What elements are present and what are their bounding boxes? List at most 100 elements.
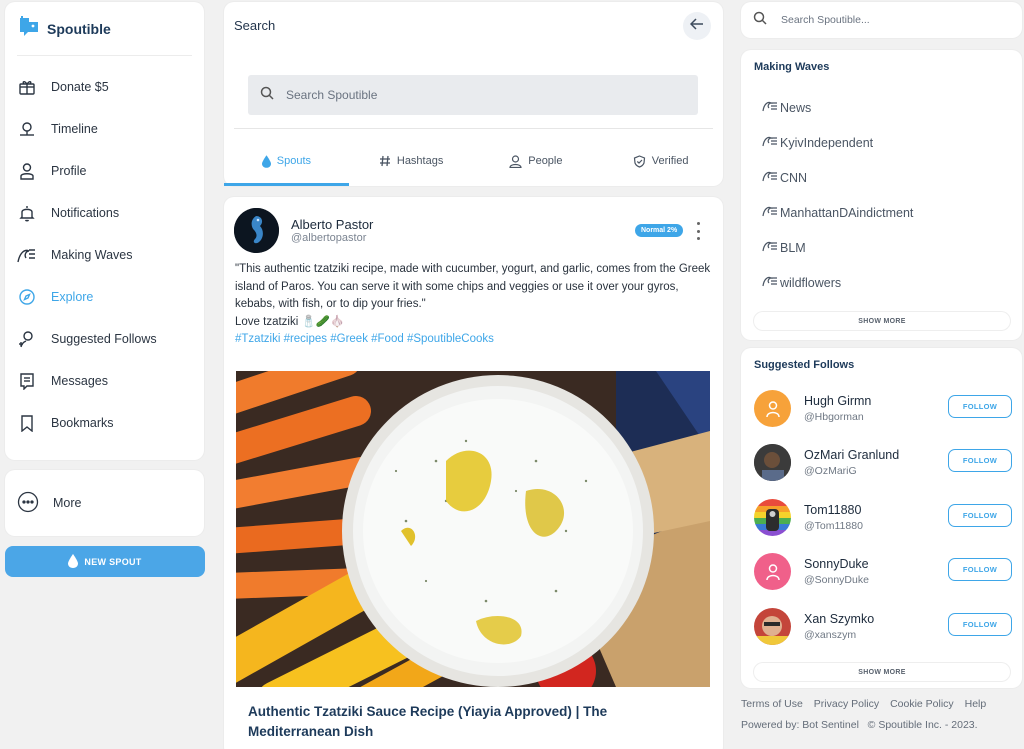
footer-link[interactable]: Help bbox=[965, 698, 987, 710]
more-label: More bbox=[53, 496, 82, 510]
nav-item-messages[interactable]: Messages bbox=[5, 360, 204, 402]
search-icon bbox=[260, 86, 274, 105]
right-search-input[interactable] bbox=[781, 14, 981, 26]
back-button[interactable] bbox=[683, 12, 711, 40]
wave-icon bbox=[762, 100, 778, 115]
follow-button[interactable]: FOLLOW bbox=[948, 558, 1012, 581]
powered-by[interactable]: Powered by: Bot Sentinel bbox=[741, 719, 859, 731]
page-title: Search bbox=[234, 18, 276, 33]
people-icon bbox=[509, 155, 522, 171]
search-box bbox=[248, 75, 698, 115]
nav-item-profile[interactable]: Profile bbox=[5, 150, 204, 192]
footer-link[interactable]: Cookie Policy bbox=[890, 698, 954, 710]
status-badge: Normal 2% bbox=[635, 224, 684, 237]
follow-name[interactable]: Hugh Girmn bbox=[804, 394, 871, 408]
avatar[interactable] bbox=[754, 553, 791, 590]
follow-button[interactable]: FOLLOW bbox=[948, 504, 1012, 527]
wave-label: CNN bbox=[780, 170, 808, 185]
wave-list: News KyivIndependent CNN ManhattanDAindi… bbox=[762, 90, 913, 300]
arrow-left-icon bbox=[689, 17, 704, 36]
wave-label: News bbox=[780, 100, 812, 115]
wave-icon bbox=[17, 245, 37, 265]
footer: Terms of Use Privacy Policy Cookie Polic… bbox=[741, 694, 1024, 736]
wave-item[interactable]: wildflowers bbox=[762, 265, 913, 300]
follow-row: Tom11880 @Tom11880 FOLLOW bbox=[754, 499, 1016, 539]
follow-name[interactable]: Xan Szymko bbox=[804, 612, 874, 626]
wave-label: BLM bbox=[780, 240, 806, 255]
nav-item-bookmarks[interactable]: Bookmarks bbox=[5, 402, 204, 444]
nav-label: Notifications bbox=[51, 206, 120, 220]
search-icon bbox=[753, 11, 767, 30]
search-input[interactable] bbox=[286, 88, 666, 102]
avatar[interactable] bbox=[754, 390, 791, 427]
more-menu[interactable]: More bbox=[5, 470, 204, 536]
nav-label: Timeline bbox=[51, 122, 98, 136]
tab-hashtags[interactable]: Hashtags bbox=[349, 144, 474, 186]
follow-handle: @Hbgorman bbox=[804, 411, 864, 423]
follow-button[interactable]: FOLLOW bbox=[948, 449, 1012, 472]
follow-handle: @OzMariG bbox=[804, 465, 857, 477]
nav-item-donate[interactable]: Donate $5 bbox=[5, 66, 204, 108]
user-plus-icon bbox=[17, 329, 37, 349]
tab-label: Verified bbox=[651, 155, 689, 167]
making-waves-panel: Making Waves News KyivIndependent CNN Ma… bbox=[741, 50, 1022, 340]
author-handle[interactable]: @albertopastor bbox=[291, 232, 366, 244]
brand-name: Spoutible bbox=[47, 20, 111, 37]
link-preview-title[interactable]: Authentic Tzatziki Sauce Recipe (Yiayia … bbox=[248, 702, 668, 742]
verified-icon bbox=[633, 155, 646, 171]
nav-label: Bookmarks bbox=[51, 416, 114, 430]
follow-name[interactable]: OzMari Granlund bbox=[804, 448, 899, 462]
wave-item[interactable]: ManhattanDAindictment bbox=[762, 195, 913, 230]
compass-icon bbox=[17, 287, 37, 307]
tab-label: People bbox=[528, 155, 563, 167]
section-title: Making Waves bbox=[754, 61, 830, 73]
follow-button[interactable]: FOLLOW bbox=[948, 395, 1012, 418]
nav-item-timeline[interactable]: Timeline bbox=[5, 108, 204, 150]
left-nav: Spoutible Donate $5 Timeline Profile Not… bbox=[5, 2, 204, 460]
follow-row: OzMari Granlund @OzMariG FOLLOW bbox=[754, 444, 1016, 484]
footer-link[interactable]: Terms of Use bbox=[741, 698, 803, 710]
nav-item-notifications[interactable]: Notifications bbox=[5, 192, 204, 234]
nav-item-explore[interactable]: Explore bbox=[5, 276, 204, 318]
author-name[interactable]: Alberto Pastor bbox=[291, 217, 373, 232]
wave-item[interactable]: BLM bbox=[762, 230, 913, 265]
tab-label: Hashtags bbox=[396, 155, 444, 167]
wave-icon bbox=[762, 275, 778, 290]
more-options-icon[interactable] bbox=[694, 222, 702, 240]
wave-item[interactable]: News bbox=[762, 90, 913, 125]
avatar[interactable] bbox=[754, 444, 791, 481]
message-icon bbox=[17, 371, 37, 391]
nav-label: Suggested Follows bbox=[51, 332, 157, 346]
section-title: Suggested Follows bbox=[754, 359, 855, 371]
show-more-button[interactable]: SHOW MORE bbox=[754, 312, 1010, 330]
divider bbox=[234, 128, 713, 129]
wave-item[interactable]: KyivIndependent bbox=[762, 125, 913, 160]
new-spout-button[interactable]: NEW SPOUT bbox=[5, 546, 205, 577]
avatar[interactable] bbox=[754, 499, 791, 536]
show-more-button[interactable]: SHOW MORE bbox=[754, 663, 1010, 681]
nav-label: Donate $5 bbox=[51, 80, 109, 94]
post-image[interactable] bbox=[236, 371, 710, 687]
wave-icon bbox=[762, 205, 778, 220]
avatar[interactable] bbox=[234, 208, 279, 253]
nav-item-making-waves[interactable]: Making Waves bbox=[5, 234, 204, 276]
brand[interactable]: Spoutible bbox=[17, 2, 192, 56]
nav-item-suggested-follows[interactable]: Suggested Follows bbox=[5, 318, 204, 360]
tab-label: Spouts bbox=[276, 155, 311, 167]
tab-verified[interactable]: Verified bbox=[598, 144, 723, 186]
follow-name[interactable]: SonnyDuke bbox=[804, 557, 869, 571]
footer-link[interactable]: Privacy Policy bbox=[814, 698, 879, 710]
tab-spouts[interactable]: Spouts bbox=[224, 144, 349, 186]
post-hashtags[interactable]: #Tzatziki #recipes #Greek #Food #Spoutib… bbox=[235, 331, 713, 349]
post-text-2: Love tzatziki 🧂🥒🧄 bbox=[235, 315, 345, 328]
follow-handle: @SonnyDuke bbox=[804, 574, 869, 586]
spoutible-logo-icon bbox=[17, 14, 41, 43]
copyright: © Spoutible Inc. - 2023. bbox=[867, 719, 978, 731]
tab-people[interactable]: People bbox=[474, 144, 599, 186]
user-icon bbox=[17, 161, 37, 181]
follow-button[interactable]: FOLLOW bbox=[948, 613, 1012, 636]
search-panel: Search Spouts Hashtags People bbox=[224, 2, 723, 186]
avatar[interactable] bbox=[754, 608, 791, 645]
wave-item[interactable]: CNN bbox=[762, 160, 913, 195]
follow-name[interactable]: Tom11880 bbox=[804, 503, 861, 517]
